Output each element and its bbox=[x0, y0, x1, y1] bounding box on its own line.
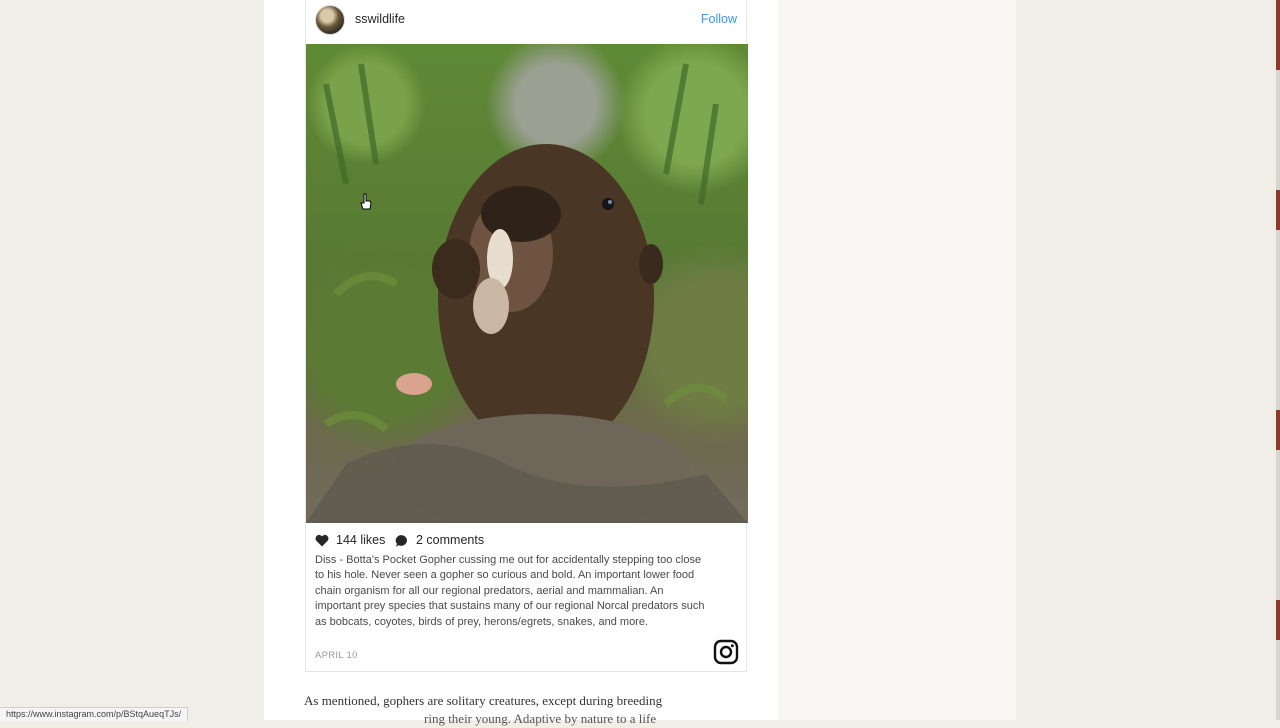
scrollbar-marker bbox=[1276, 0, 1280, 70]
gopher-illustration bbox=[306, 63, 748, 523]
likes-count[interactable]: 144 likes bbox=[336, 533, 385, 547]
scrollbar-marker bbox=[1276, 410, 1280, 450]
status-bar-url: https://www.instagram.com/p/BStqAueqTJs/ bbox=[0, 707, 189, 721]
username-link[interactable]: sswildlife bbox=[355, 12, 405, 26]
embed-header: sswildlife Follow bbox=[306, 0, 746, 44]
heart-icon[interactable] bbox=[315, 534, 329, 547]
follow-button[interactable]: Follow bbox=[701, 12, 737, 26]
hand-cursor-icon bbox=[360, 193, 372, 210]
scrollbar-marker bbox=[1276, 600, 1280, 640]
instagram-embed: sswildlife Follow 144 likes 2 comments D… bbox=[305, 0, 748, 672]
post-photo[interactable] bbox=[306, 44, 748, 523]
article-line: ring their young. Adaptive by nature to … bbox=[424, 711, 657, 726]
scrollbar-marker bbox=[1276, 190, 1280, 230]
post-date[interactable]: APRIL 10 bbox=[315, 650, 358, 661]
comments-count[interactable]: 2 comments bbox=[416, 533, 484, 547]
scrollbar[interactable] bbox=[1276, 0, 1280, 720]
avatar[interactable] bbox=[315, 5, 345, 35]
article-paragraph: As mentioned, gophers are solitary creat… bbox=[304, 692, 724, 728]
article-line: As mentioned, gophers are solitary creat… bbox=[304, 693, 663, 708]
post-caption: Diss - Botta's Pocket Gopher cussing me … bbox=[315, 554, 705, 628]
instagram-icon[interactable] bbox=[713, 639, 739, 665]
comment-icon[interactable] bbox=[395, 534, 409, 548]
